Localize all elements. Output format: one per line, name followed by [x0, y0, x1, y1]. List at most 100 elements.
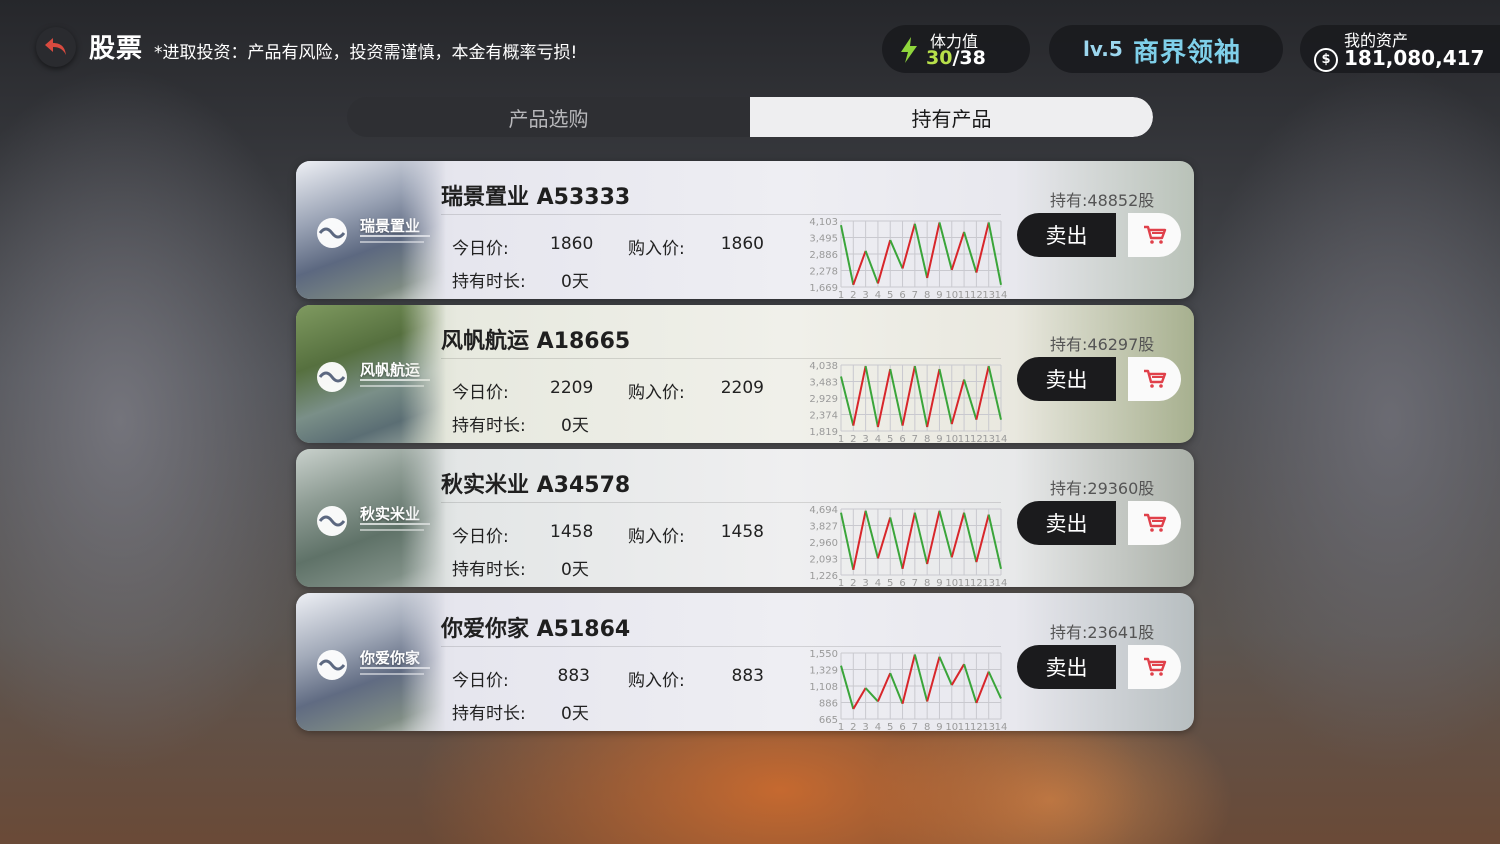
- stock-card[interactable]: 秋实米业 秋实米业 A34578 今日价: 1458 购入价: 1458 持有时…: [296, 449, 1194, 587]
- buy-price-value: 883: [731, 666, 764, 686]
- y-tick-label: 1,669: [809, 283, 838, 294]
- x-tick-label: 13: [982, 434, 995, 443]
- sell-button[interactable]: 卖出: [1017, 357, 1116, 401]
- company-logo-text: 秋实米业: [360, 505, 421, 523]
- price-line-segment: [963, 512, 978, 563]
- coin-icon: $: [1314, 48, 1338, 72]
- y-tick-label: 4,694: [809, 505, 838, 516]
- hold-duration-label: 持有时长:: [452, 272, 526, 292]
- y-tick-label: 3,483: [809, 378, 838, 389]
- logo-underline: [360, 523, 430, 525]
- x-tick-label: 4: [875, 722, 881, 731]
- price-line-segment: [901, 223, 916, 269]
- cart-button[interactable]: [1128, 357, 1181, 401]
- price-line-segment: [926, 656, 941, 702]
- y-tick-label: 1,108: [809, 682, 838, 693]
- cart-icon: [1143, 513, 1166, 532]
- back-button[interactable]: [36, 27, 76, 67]
- x-tick-label: 13: [982, 578, 995, 587]
- x-tick-label: 1: [838, 434, 844, 443]
- buy-price-label: 购入价:: [628, 383, 685, 403]
- stamina-panel[interactable]: 体力值 30/38: [882, 25, 1030, 73]
- stamina-value: 30/38: [926, 47, 986, 69]
- y-tick-label: 3,495: [809, 234, 838, 245]
- price-line-segment: [975, 514, 990, 563]
- x-tick-label: 3: [862, 722, 868, 731]
- logo-underline: [360, 529, 424, 531]
- price-line-segment: [852, 687, 867, 710]
- x-tick-label: 1: [838, 578, 844, 587]
- logo-underline: [360, 235, 430, 237]
- stock-card[interactable]: 你爱你家 你爱你家 A51864 今日价: 883 购入价: 883 持有时长:…: [296, 593, 1194, 731]
- today-price-value: 2209: [550, 378, 594, 398]
- cart-button[interactable]: [1128, 645, 1181, 689]
- x-tick-label: 4: [875, 578, 881, 587]
- x-tick-label: 5: [887, 434, 893, 443]
- x-tick-label: 2: [850, 722, 856, 731]
- hold-duration-label: 持有时长:: [452, 704, 526, 724]
- y-tick-label: 1,329: [809, 666, 838, 677]
- company-logo-text: 风帆航运: [360, 361, 421, 379]
- x-tick-label: 3: [862, 434, 868, 443]
- x-tick-label: 2: [850, 434, 856, 443]
- company-thumbnail: 秋实米业: [296, 449, 446, 587]
- price-line-segment: [987, 671, 1002, 699]
- price-line-segment: [840, 512, 855, 570]
- risk-warning: *进取投资：产品有风险，投资需谨慎，本金有概率亏损!: [154, 43, 578, 63]
- sell-button[interactable]: 卖出: [1017, 501, 1116, 545]
- tab-holdings[interactable]: 持有产品: [750, 97, 1153, 137]
- price-line-segment: [950, 512, 966, 558]
- price-line-segment: [975, 365, 990, 420]
- x-tick-label: 10: [945, 578, 958, 587]
- price-line-segment: [975, 671, 990, 704]
- x-tick-label: 11: [958, 290, 971, 299]
- cart-icon: [1143, 369, 1166, 388]
- buy-price-label: 购入价:: [628, 239, 685, 259]
- x-tick-label: 2: [850, 578, 856, 587]
- x-tick-label: 14: [995, 290, 1008, 299]
- price-line-segment: [926, 510, 941, 565]
- price-line-segment: [926, 222, 941, 279]
- x-tick-label: 4: [875, 434, 881, 443]
- price-line-segment: [889, 672, 904, 705]
- tab-bar: 产品选购 持有产品: [347, 97, 1153, 137]
- x-tick-label: 5: [887, 578, 893, 587]
- tab-product-shop[interactable]: 产品选购: [347, 97, 750, 137]
- level-panel[interactable]: lv.5 商界领袖: [1049, 25, 1283, 73]
- sell-button[interactable]: 卖出: [1017, 213, 1116, 257]
- company-logo-icon: [317, 506, 347, 536]
- y-tick-label: 1,226: [809, 571, 838, 582]
- buy-price-label: 购入价:: [628, 671, 685, 691]
- y-tick-label: 665: [819, 715, 838, 726]
- price-line-segment: [864, 365, 879, 428]
- stock-name: 你爱你家 A51864: [441, 617, 631, 642]
- assets-panel[interactable]: 我的资产 $ 181,080,417: [1300, 25, 1500, 73]
- price-line-segment: [852, 365, 867, 426]
- price-line-segment: [975, 222, 990, 273]
- y-tick-label: 2,960: [809, 538, 838, 549]
- company-logo-icon: [317, 218, 347, 248]
- price-line-segment: [840, 224, 855, 286]
- cart-button[interactable]: [1128, 213, 1181, 257]
- price-line-segment: [938, 510, 953, 558]
- company-logo-icon: [317, 650, 347, 680]
- stock-card[interactable]: 瑞景置业 瑞景置业 A53333 今日价: 1860 购入价: 1860 持有时…: [296, 161, 1194, 299]
- cart-icon: [1143, 657, 1166, 676]
- price-line-segment: [963, 663, 978, 704]
- logo-underline: [360, 379, 430, 381]
- cart-button[interactable]: [1128, 501, 1181, 545]
- hold-duration-value: 0天: [561, 560, 589, 580]
- price-line-segment: [913, 365, 929, 428]
- hold-duration-label: 持有时长:: [452, 416, 526, 436]
- price-line-segment: [938, 222, 953, 271]
- x-tick-label: 14: [995, 434, 1008, 443]
- stock-card[interactable]: 风帆航运 风帆航运 A18665 今日价: 2209 购入价: 2209 持有时…: [296, 305, 1194, 443]
- price-line-segment: [913, 654, 929, 702]
- y-tick-label: 4,103: [809, 217, 838, 228]
- sell-button[interactable]: 卖出: [1017, 645, 1116, 689]
- company-thumbnail: 你爱你家: [296, 593, 446, 731]
- x-tick-label: 1: [838, 290, 844, 299]
- y-tick-label: 2,093: [809, 555, 838, 566]
- rank-title: 商界领袖: [1133, 38, 1242, 68]
- y-tick-label: 2,929: [809, 394, 838, 405]
